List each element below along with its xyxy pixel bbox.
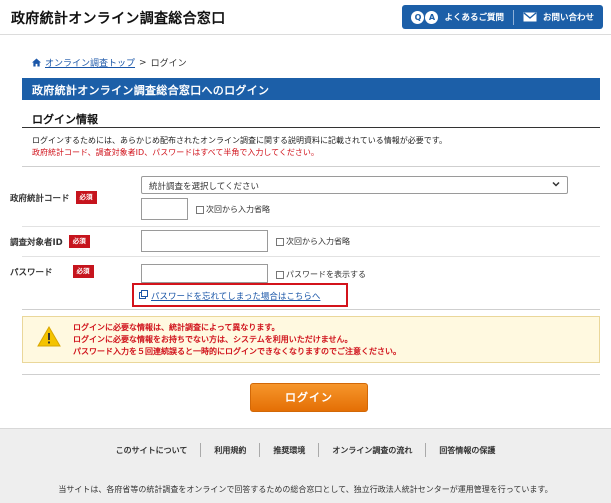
- respondent-id-remember[interactable]: 次回から入力省略: [276, 236, 350, 247]
- breadcrumb: オンライン調査トップ > ログイン: [32, 56, 187, 69]
- mail-icon: [523, 12, 537, 22]
- footer-link-about[interactable]: このサイトについて: [103, 445, 201, 456]
- password-input[interactable]: [141, 264, 268, 283]
- header-nav: QA よくあるご質問 お問い合わせ: [402, 5, 603, 29]
- intro-text: ログインするためには、あらかじめ配布されたオンライン調査に関する説明資料に記載さ…: [32, 135, 447, 159]
- form-bottom-divider: [22, 374, 600, 375]
- warning-box: ログインに必要な情報は、統計調査によって異なります。 ログインに必要な情報をお持…: [22, 316, 600, 363]
- survey-select-value: 統計調査を選択してください: [149, 182, 259, 192]
- warning-line-3: パスワード入力を５回連続誤ると一時的にログインできなくなりますのでご注意ください…: [73, 347, 401, 356]
- site-title[interactable]: 政府統計オンライン調査総合窓口: [11, 8, 226, 28]
- footer-notice: 当サイトは、各府省等の統計調査をオンラインで回答するための総合窓口として、独立行…: [58, 485, 553, 494]
- site-footer: このサイトについて 利用規約 推奨環境 オンライン調査の流れ 回答情報の保護 当…: [0, 428, 611, 503]
- respondent-id-input[interactable]: [141, 230, 268, 252]
- survey-code-label: 政府統計コード: [10, 193, 70, 204]
- footer-link-privacy[interactable]: 回答情報の保護: [426, 445, 508, 456]
- survey-select[interactable]: 統計調査を選択してください: [141, 176, 568, 194]
- password-label: パスワード: [10, 267, 53, 278]
- warning-line-2: ログインに必要な情報をお持ちでない方は、システムを利用いただけません。: [73, 335, 353, 344]
- forgot-password-highlight: パスワードを忘れてしまった場合はこちらへ: [132, 283, 348, 307]
- show-password[interactable]: パスワードを表示する: [276, 269, 366, 280]
- footer-link-terms[interactable]: 利用規約: [201, 445, 259, 456]
- form-row-divider: [22, 256, 600, 257]
- login-button[interactable]: ログイン: [250, 383, 368, 412]
- external-link-icon: [139, 290, 148, 302]
- required-badge: 必須: [72, 265, 94, 278]
- required-badge: 必須: [75, 191, 97, 204]
- survey-code-input[interactable]: [141, 198, 188, 220]
- required-badge: 必須: [68, 235, 90, 248]
- contact-label: お問い合わせ: [542, 13, 594, 23]
- intro-line-1: ログインするためには、あらかじめ配布されたオンライン調査に関する説明資料に記載さ…: [32, 136, 447, 145]
- breadcrumb-home-link[interactable]: オンライン調査トップ: [45, 56, 135, 69]
- site-header: 政府統計オンライン調査総合窓口 QA よくあるご質問 お問い合わせ: [0, 0, 611, 35]
- breadcrumb-current: ログイン: [150, 59, 187, 69]
- respondent-id-label: 調査対象者ID: [10, 237, 63, 248]
- footer-link-environment[interactable]: 推奨環境: [260, 445, 318, 456]
- respondent-id-remember-label: 次回から入力省略: [286, 237, 350, 246]
- show-password-label: パスワードを表示する: [286, 270, 366, 279]
- password-label-cell: パスワード 必須: [10, 265, 94, 278]
- contact-link[interactable]: お問い合わせ: [514, 5, 603, 29]
- page-heading: 政府統計オンライン調査総合窓口へのログイン: [22, 78, 600, 100]
- forgot-password-label: パスワードを忘れてしまった場合はこちらへ: [151, 292, 321, 302]
- survey-code-remember[interactable]: 次回から入力省略: [196, 204, 270, 215]
- survey-code-remember-label: 次回から入力省略: [206, 205, 270, 214]
- forgot-password-link[interactable]: パスワードを忘れてしまった場合はこちらへ: [139, 290, 320, 302]
- breadcrumb-separator: >: [139, 57, 147, 68]
- warning-icon: [37, 326, 61, 351]
- faq-label: よくあるご質問: [444, 13, 504, 23]
- intro-line-2: 政府統計コード、調査対象者ID、パスワードはすべて半角で入力してください。: [32, 148, 319, 157]
- warning-text: ログインに必要な情報は、統計調査によって異なります。 ログインに必要な情報をお持…: [73, 322, 401, 358]
- chevron-down-icon: [551, 179, 561, 192]
- respondent-id-label-cell: 調査対象者ID 必須: [10, 235, 90, 248]
- footer-link-flow[interactable]: オンライン調査の流れ: [319, 445, 425, 456]
- survey-code-remember-checkbox[interactable]: [196, 205, 204, 214]
- survey-code-label-cell: 政府統計コード 必須: [10, 191, 97, 204]
- faq-link[interactable]: QA よくあるご質問: [402, 5, 513, 29]
- show-password-checkbox[interactable]: [276, 270, 284, 279]
- warning-line-1: ログインに必要な情報は、統計調査によって異なります。: [73, 323, 280, 332]
- home-icon: [32, 58, 41, 67]
- respondent-id-remember-checkbox[interactable]: [276, 237, 284, 246]
- footer-links: このサイトについて 利用規約 推奨環境 オンライン調査の流れ 回答情報の保護: [0, 443, 611, 457]
- qa-icon: QA: [411, 10, 439, 24]
- form-row-divider: [22, 226, 600, 227]
- section-divider: [22, 127, 600, 128]
- section-title: ログイン情報: [32, 113, 98, 126]
